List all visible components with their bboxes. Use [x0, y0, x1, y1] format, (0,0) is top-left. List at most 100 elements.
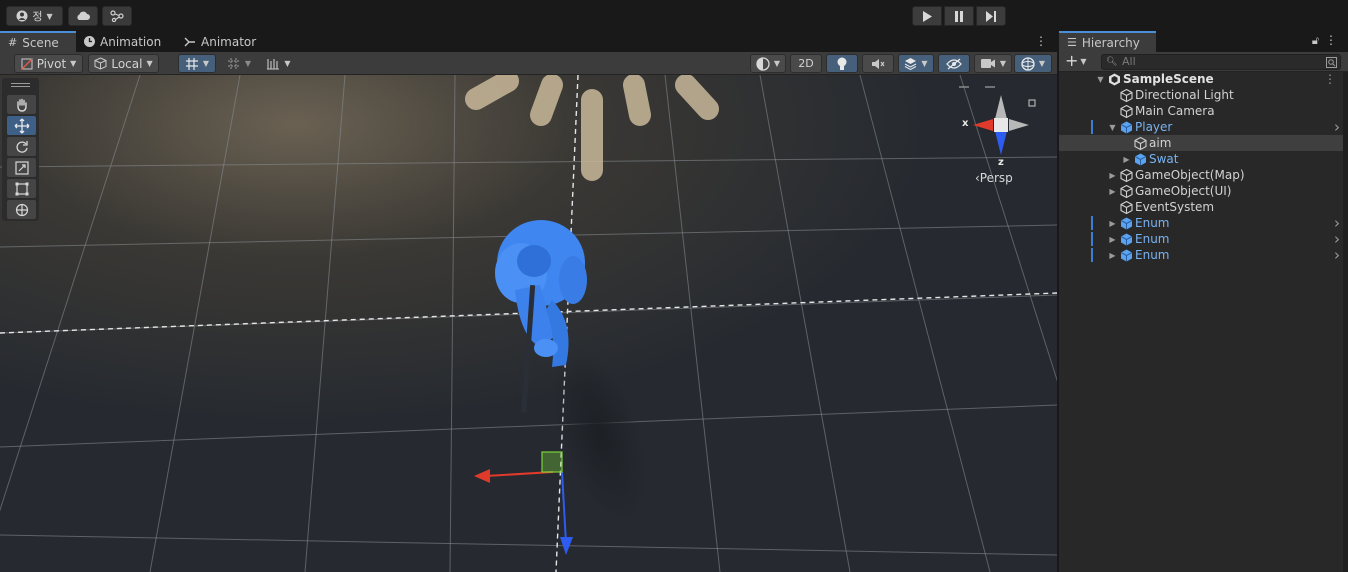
more-options-icon[interactable]: ⋮: [1035, 34, 1047, 48]
chevron-down-icon: ▼: [1038, 59, 1046, 68]
gizmo-x-label: x: [962, 118, 969, 129]
play-button[interactable]: [912, 6, 942, 26]
hierarchy-item-label: GameObject(UI): [1135, 184, 1232, 198]
collapse-arrow-icon[interactable]: ▶: [1107, 219, 1118, 228]
hierarchy-item[interactable]: ▶ GameObject(UI): [1059, 183, 1344, 199]
projection-toggle[interactable]: ‹Persp: [975, 171, 1013, 185]
create-dropdown[interactable]: + ▼: [1065, 53, 1087, 69]
grid-snap-button[interactable]: ▼: [178, 54, 216, 73]
chevron-down-icon: ▼: [999, 59, 1007, 68]
prefab-override-marker: [1091, 248, 1093, 262]
draw-mode-dropdown[interactable]: ▼: [750, 54, 786, 73]
mute-icon: [872, 58, 885, 69]
scene-panel: # Scene Animation Animator ⋮ Pivot ▼ Loc…: [0, 31, 1057, 572]
move-tool-button[interactable]: [7, 116, 36, 135]
hierarchy-toolbar: + ▼ 🔍︎ All: [1059, 52, 1348, 72]
local-dropdown[interactable]: Local ▼: [88, 54, 159, 73]
tab-animator[interactable]: Animator: [176, 31, 264, 52]
collab-icon: [110, 10, 124, 22]
effects-dropdown[interactable]: ▼: [898, 54, 934, 73]
local-label: Local: [111, 56, 143, 71]
hierarchy-panel: ☰ Hierarchy 🔓︎ ⋮ + ▼ 🔍︎ All ▼ SampleScen…: [1058, 31, 1348, 572]
gameobject-cube-icon: [1118, 200, 1134, 214]
hierarchy-item[interactable]: Directional Light: [1059, 87, 1344, 103]
snap-increment-button[interactable]: ▼: [220, 54, 258, 73]
tab-hierarchy[interactable]: ☰ Hierarchy: [1059, 31, 1156, 52]
collapse-arrow-icon[interactable]: ▶: [1121, 155, 1132, 164]
expand-arrow-icon[interactable]: ▼: [1107, 123, 1118, 132]
collapse-arrow-icon[interactable]: ▶: [1107, 187, 1118, 196]
pause-icon: [955, 10, 963, 22]
prefab-cube-icon: [1118, 216, 1134, 230]
tab-animation[interactable]: Animation: [76, 31, 169, 52]
expand-arrow-icon[interactable]: ▼: [1095, 75, 1106, 84]
scene-root-row[interactable]: ▼ SampleScene ⋮: [1059, 71, 1344, 87]
lock-icon[interactable]: 🔓︎: [1312, 34, 1319, 48]
search-placeholder: All: [1122, 55, 1136, 68]
hierarchy-item-label: EventSystem: [1135, 200, 1215, 214]
prefab-override-marker: [1091, 216, 1093, 230]
hidden-objects-toggle[interactable]: [938, 54, 970, 73]
step-button[interactable]: [976, 6, 1006, 26]
drag-handle-line: [11, 86, 30, 87]
transform-tool-button[interactable]: [7, 200, 36, 219]
collapse-arrow-icon[interactable]: ▶: [1107, 251, 1118, 260]
more-options-icon[interactable]: ⋮: [1325, 33, 1337, 47]
collapse-arrow-icon[interactable]: ▶: [1107, 171, 1118, 180]
hierarchy-item[interactable]: EventSystem: [1059, 199, 1344, 215]
2d-toggle[interactable]: 2D: [790, 54, 822, 73]
account-dropdown[interactable]: 정 ▼: [6, 6, 63, 26]
step-icon: [986, 10, 996, 22]
camera-dropdown[interactable]: ▼: [974, 54, 1012, 73]
scale-tool-button[interactable]: [7, 158, 36, 177]
scene-tab-bar: # Scene Animation Animator ⋮: [0, 31, 1057, 52]
hierarchy-item[interactable]: ▼ Player ›: [1059, 118, 1344, 136]
pause-button[interactable]: [944, 6, 974, 26]
chevron-down-icon: ▼: [773, 59, 781, 68]
gameobject-cube-icon: [1118, 88, 1134, 102]
collab-button[interactable]: [102, 6, 132, 26]
hand-tool-button[interactable]: [7, 95, 36, 114]
rect-transform-icon: [15, 182, 28, 195]
rotate-tool-button[interactable]: [7, 137, 36, 156]
hierarchy-item[interactable]: ▶ GameObject(Map): [1059, 167, 1344, 183]
search-filter-icon[interactable]: [1326, 57, 1337, 68]
orientation-gizmo[interactable]: x z ‹Persp: [955, 85, 1047, 193]
hierarchy-scrollbar[interactable]: [1343, 72, 1348, 572]
more-options-icon[interactable]: ⋮: [1324, 72, 1336, 86]
hierarchy-item-label: aim: [1149, 136, 1172, 150]
hierarchy-item[interactable]: ▶ Swat: [1059, 151, 1344, 167]
cloud-button[interactable]: [68, 6, 98, 26]
chevron-right-icon[interactable]: ›: [1334, 118, 1340, 136]
pivot-dropdown[interactable]: Pivot ▼: [14, 54, 83, 73]
hierarchy-item[interactable]: Main Camera: [1059, 103, 1344, 119]
hierarchy-item-label: Main Camera: [1135, 104, 1215, 118]
collapse-arrow-icon[interactable]: ▶: [1107, 235, 1118, 244]
hierarchy-search-input[interactable]: 🔍︎ All: [1101, 54, 1341, 70]
drag-handle[interactable]: [11, 83, 30, 84]
rect-tool-button[interactable]: [7, 179, 36, 198]
tab-scene[interactable]: # Scene: [0, 31, 76, 52]
hierarchy-item[interactable]: ▶ Enum ›: [1059, 214, 1344, 232]
audio-toggle[interactable]: [862, 54, 894, 73]
chevron-right-icon[interactable]: ›: [1334, 246, 1340, 264]
main-toolbar: 정 ▼: [0, 0, 1348, 31]
increment-snap-button[interactable]: ▼: [260, 54, 297, 73]
account-label: 정: [32, 10, 43, 23]
scene-toolbar: Pivot ▼ Local ▼ ▼ ▼ ▼ ▼ 2D ▼ ▼ ▼: [0, 52, 1057, 75]
hierarchy-item[interactable]: ▶ Enum ›: [1059, 246, 1344, 264]
gameobject-cube-icon: [1118, 104, 1134, 118]
eye-hidden-icon: [946, 58, 962, 69]
chevron-down-icon: ▼: [921, 59, 928, 68]
pivot-icon: [21, 58, 33, 69]
hierarchy-item[interactable]: aim: [1059, 135, 1344, 151]
lighting-toggle[interactable]: [826, 54, 858, 73]
prefab-override-marker: [1091, 120, 1093, 134]
play-icon: [923, 10, 932, 22]
scene-viewport[interactable]: x z ‹Persp: [0, 75, 1057, 572]
hierarchy-item-label: GameObject(Map): [1135, 168, 1245, 182]
chevron-down-icon: ▼: [1080, 56, 1087, 66]
hierarchy-item-label: Enum: [1135, 248, 1170, 262]
hierarchy-item[interactable]: ▶ Enum ›: [1059, 230, 1344, 248]
gizmos-dropdown[interactable]: ▼: [1014, 54, 1052, 73]
